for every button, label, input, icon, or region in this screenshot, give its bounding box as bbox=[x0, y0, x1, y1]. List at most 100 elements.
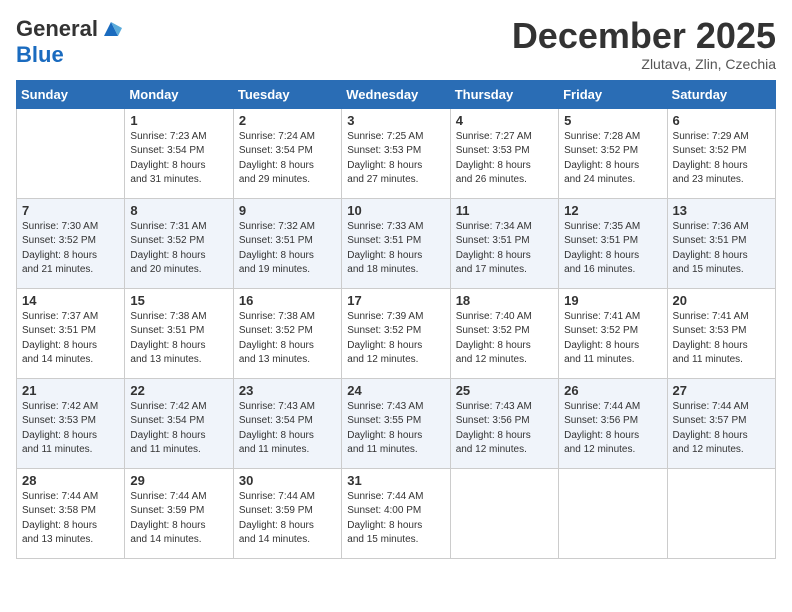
calendar-cell: 24 Sunrise: 7:43 AMSunset: 3:55 PMDayligh… bbox=[342, 378, 450, 468]
column-header-tuesday: Tuesday bbox=[233, 80, 341, 108]
calendar-cell: 20 Sunrise: 7:41 AMSunset: 3:53 PMDayligh… bbox=[667, 288, 775, 378]
location: Zlutava, Zlin, Czechia bbox=[512, 56, 776, 72]
day-number: 16 bbox=[239, 293, 336, 308]
calendar-cell: 8 Sunrise: 7:31 AMSunset: 3:52 PMDaylight… bbox=[125, 198, 233, 288]
day-info: Sunrise: 7:44 AMSunset: 3:59 PMDaylight:… bbox=[130, 490, 227, 548]
week-row-3: 14Sunrise: 7:37 AMSunset: 3:51 PMDayligh… bbox=[17, 288, 776, 378]
calendar-cell: 29Sunrise: 7:44 AMSunset: 3:59 PMDayligh… bbox=[125, 468, 233, 558]
logo-icon bbox=[100, 18, 122, 40]
column-header-sunday: Sunday bbox=[17, 80, 125, 108]
calendar-cell: 25 Sunrise: 7:43 AMSunset: 3:56 PMDayligh… bbox=[450, 378, 558, 468]
page-header: General Blue December 2025 Zlutava, Zlin… bbox=[16, 16, 776, 72]
day-info: Sunrise: 7:32 AMSunset: 3:51 PMDaylight:… bbox=[239, 220, 336, 278]
column-header-friday: Friday bbox=[559, 80, 667, 108]
day-info: Sunrise: 7:25 AMSunset: 3:53 PMDaylight:… bbox=[347, 130, 444, 188]
logo-general-text: General bbox=[16, 16, 98, 42]
week-row-5: 28 Sunrise: 7:44 AMSunset: 3:58 PMDayligh… bbox=[17, 468, 776, 558]
column-header-monday: Monday bbox=[125, 80, 233, 108]
calendar-cell: 21 Sunrise: 7:42 AMSunset: 3:53 PMDayligh… bbox=[17, 378, 125, 468]
day-info: Sunrise: 7:27 AMSunset: 3:53 PMDaylight:… bbox=[456, 130, 553, 188]
calendar-cell: 4 Sunrise: 7:27 AMSunset: 3:53 PMDaylight… bbox=[450, 108, 558, 198]
day-info: Sunrise: 7:35 AMSunset: 3:51 PMDaylight:… bbox=[564, 220, 661, 278]
calendar-cell: 10Sunrise: 7:33 AMSunset: 3:51 PMDayligh… bbox=[342, 198, 450, 288]
calendar-cell: 7Sunrise: 7:30 AMSunset: 3:52 PMDaylight… bbox=[17, 198, 125, 288]
day-number: 3 bbox=[347, 113, 444, 128]
column-header-wednesday: Wednesday bbox=[342, 80, 450, 108]
calendar-cell: 31Sunrise: 7:44 AMSunset: 4:00 PMDayligh… bbox=[342, 468, 450, 558]
day-info: Sunrise: 7:44 AMSunset: 3:56 PMDaylight:… bbox=[564, 400, 661, 458]
day-info: Sunrise: 7:43 AMSunset: 3:55 PMDaylight:… bbox=[347, 400, 444, 458]
day-number: 15 bbox=[130, 293, 227, 308]
day-number: 26 bbox=[564, 383, 661, 398]
day-info: Sunrise: 7:36 AMSunset: 3:51 PMDaylight:… bbox=[673, 220, 770, 278]
header-row: SundayMondayTuesdayWednesdayThursdayFrid… bbox=[17, 80, 776, 108]
day-number: 23 bbox=[239, 383, 336, 398]
day-info: Sunrise: 7:43 AMSunset: 3:54 PMDaylight:… bbox=[239, 400, 336, 458]
day-number: 19 bbox=[564, 293, 661, 308]
day-info: Sunrise: 7:41 AMSunset: 3:53 PMDaylight:… bbox=[673, 310, 770, 368]
calendar-cell: 11 Sunrise: 7:34 AMSunset: 3:51 PMDayligh… bbox=[450, 198, 558, 288]
week-row-4: 21 Sunrise: 7:42 AMSunset: 3:53 PMDayligh… bbox=[17, 378, 776, 468]
day-number: 13 bbox=[673, 203, 770, 218]
day-number: 4 bbox=[456, 113, 553, 128]
calendar-cell bbox=[559, 468, 667, 558]
day-info: Sunrise: 7:41 AMSunset: 3:52 PMDaylight:… bbox=[564, 310, 661, 368]
day-number: 25 bbox=[456, 383, 553, 398]
day-info: Sunrise: 7:34 AMSunset: 3:51 PMDaylight:… bbox=[456, 220, 553, 278]
day-info: Sunrise: 7:24 AMSunset: 3:54 PMDaylight:… bbox=[239, 130, 336, 188]
day-info: Sunrise: 7:38 AMSunset: 3:51 PMDaylight:… bbox=[130, 310, 227, 368]
calendar-header: SundayMondayTuesdayWednesdayThursdayFrid… bbox=[17, 80, 776, 108]
day-number: 7 bbox=[22, 203, 119, 218]
calendar-cell: 15 Sunrise: 7:38 AMSunset: 3:51 PMDayligh… bbox=[125, 288, 233, 378]
day-number: 21 bbox=[22, 383, 119, 398]
day-number: 6 bbox=[673, 113, 770, 128]
day-number: 18 bbox=[456, 293, 553, 308]
day-info: Sunrise: 7:39 AMSunset: 3:52 PMDaylight:… bbox=[347, 310, 444, 368]
calendar-cell: 26 Sunrise: 7:44 AMSunset: 3:56 PMDayligh… bbox=[559, 378, 667, 468]
column-header-saturday: Saturday bbox=[667, 80, 775, 108]
day-number: 11 bbox=[456, 203, 553, 218]
calendar-cell: 3 Sunrise: 7:25 AMSunset: 3:53 PMDaylight… bbox=[342, 108, 450, 198]
day-number: 2 bbox=[239, 113, 336, 128]
day-info: Sunrise: 7:40 AMSunset: 3:52 PMDaylight:… bbox=[456, 310, 553, 368]
calendar-cell: 16 Sunrise: 7:38 AMSunset: 3:52 PMDayligh… bbox=[233, 288, 341, 378]
day-info: Sunrise: 7:29 AMSunset: 3:52 PMDaylight:… bbox=[673, 130, 770, 188]
week-row-2: 7Sunrise: 7:30 AMSunset: 3:52 PMDaylight… bbox=[17, 198, 776, 288]
calendar-cell: 13 Sunrise: 7:36 AMSunset: 3:51 PMDayligh… bbox=[667, 198, 775, 288]
logo-blue-text: Blue bbox=[16, 42, 64, 67]
day-info: Sunrise: 7:43 AMSunset: 3:56 PMDaylight:… bbox=[456, 400, 553, 458]
calendar-cell bbox=[667, 468, 775, 558]
month-title: December 2025 bbox=[512, 16, 776, 56]
calendar-cell: 2 Sunrise: 7:24 AMSunset: 3:54 PMDaylight… bbox=[233, 108, 341, 198]
calendar-cell: 6 Sunrise: 7:29 AMSunset: 3:52 PMDaylight… bbox=[667, 108, 775, 198]
day-number: 24 bbox=[347, 383, 444, 398]
day-info: Sunrise: 7:38 AMSunset: 3:52 PMDaylight:… bbox=[239, 310, 336, 368]
day-info: Sunrise: 7:28 AMSunset: 3:52 PMDaylight:… bbox=[564, 130, 661, 188]
column-header-thursday: Thursday bbox=[450, 80, 558, 108]
day-info: Sunrise: 7:42 AMSunset: 3:54 PMDaylight:… bbox=[130, 400, 227, 458]
day-number: 20 bbox=[673, 293, 770, 308]
day-number: 28 bbox=[22, 473, 119, 488]
day-info: Sunrise: 7:44 AMSunset: 3:58 PMDaylight:… bbox=[22, 490, 119, 548]
day-info: Sunrise: 7:33 AMSunset: 3:51 PMDaylight:… bbox=[347, 220, 444, 278]
day-number: 1 bbox=[130, 113, 227, 128]
day-info: Sunrise: 7:44 AMSunset: 3:57 PMDaylight:… bbox=[673, 400, 770, 458]
calendar-cell: 1 Sunrise: 7:23 AMSunset: 3:54 PMDaylight… bbox=[125, 108, 233, 198]
day-info: Sunrise: 7:31 AMSunset: 3:52 PMDaylight:… bbox=[130, 220, 227, 278]
calendar-cell: 23 Sunrise: 7:43 AMSunset: 3:54 PMDayligh… bbox=[233, 378, 341, 468]
calendar-body: 1 Sunrise: 7:23 AMSunset: 3:54 PMDaylight… bbox=[17, 108, 776, 558]
logo: General Blue bbox=[16, 16, 122, 68]
calendar-cell: 14Sunrise: 7:37 AMSunset: 3:51 PMDayligh… bbox=[17, 288, 125, 378]
day-info: Sunrise: 7:42 AMSunset: 3:53 PMDaylight:… bbox=[22, 400, 119, 458]
day-number: 8 bbox=[130, 203, 227, 218]
day-info: Sunrise: 7:44 AMSunset: 4:00 PMDaylight:… bbox=[347, 490, 444, 548]
day-info: Sunrise: 7:23 AMSunset: 3:54 PMDaylight:… bbox=[130, 130, 227, 188]
calendar-cell: 12Sunrise: 7:35 AMSunset: 3:51 PMDayligh… bbox=[559, 198, 667, 288]
title-block: December 2025 Zlutava, Zlin, Czechia bbox=[512, 16, 776, 72]
calendar-cell: 9Sunrise: 7:32 AMSunset: 3:51 PMDaylight… bbox=[233, 198, 341, 288]
calendar-cell: 17 Sunrise: 7:39 AMSunset: 3:52 PMDayligh… bbox=[342, 288, 450, 378]
calendar-cell: 28 Sunrise: 7:44 AMSunset: 3:58 PMDayligh… bbox=[17, 468, 125, 558]
day-number: 17 bbox=[347, 293, 444, 308]
calendar-table: SundayMondayTuesdayWednesdayThursdayFrid… bbox=[16, 80, 776, 559]
calendar-cell: 18 Sunrise: 7:40 AMSunset: 3:52 PMDayligh… bbox=[450, 288, 558, 378]
